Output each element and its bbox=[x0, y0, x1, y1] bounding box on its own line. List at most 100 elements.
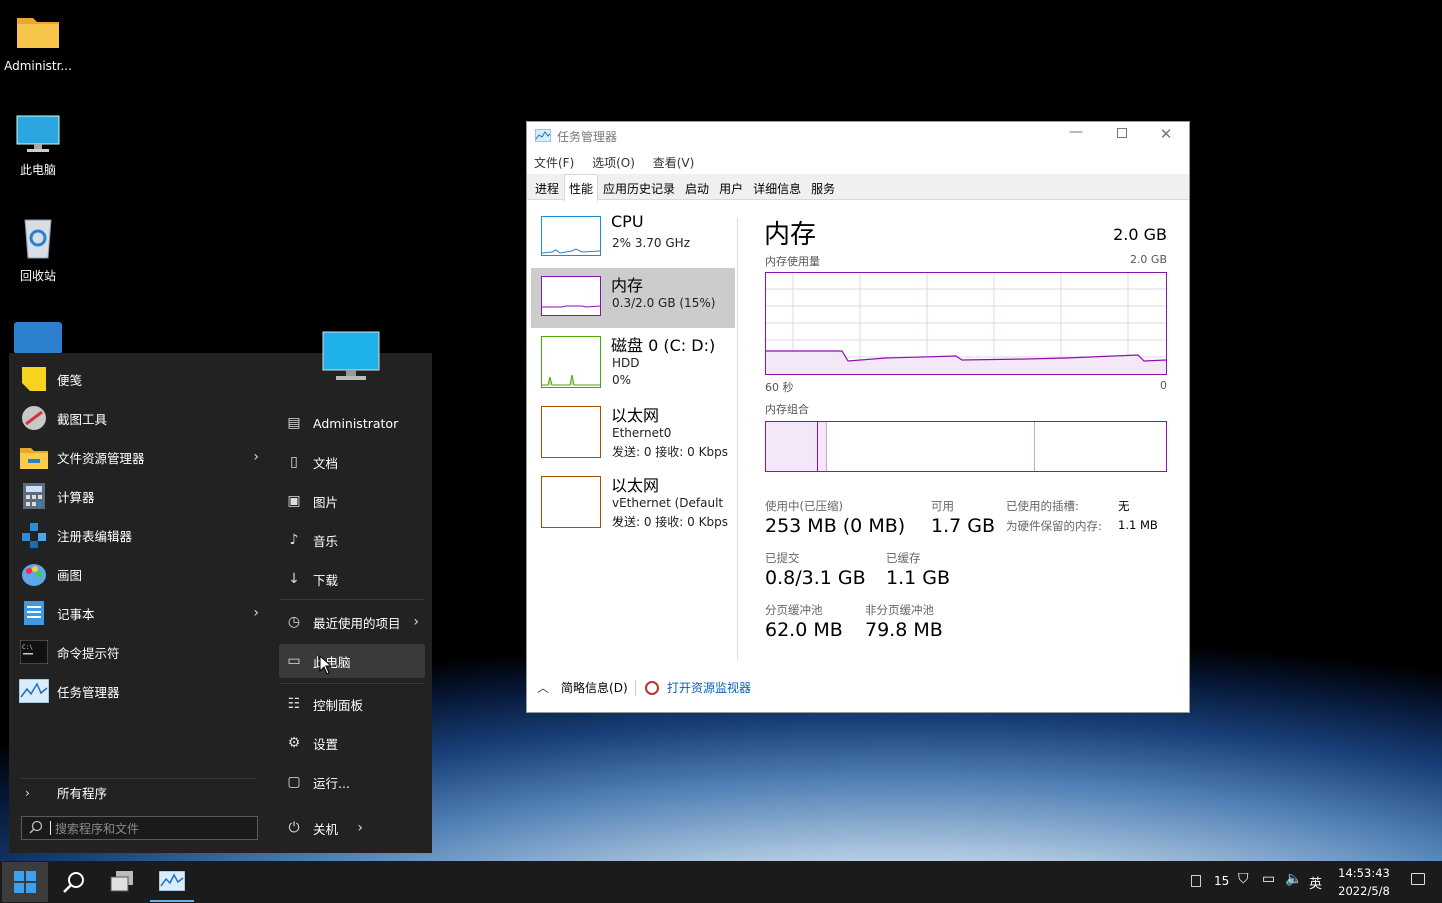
title-bar[interactable]: 任务管理器 — ✕ bbox=[527, 122, 1189, 150]
tab-users[interactable]: 用户 bbox=[714, 174, 748, 202]
tab-performance[interactable]: 性能 bbox=[564, 174, 599, 202]
place-documents[interactable]: ▯ 文档 bbox=[279, 445, 425, 479]
all-programs-button[interactable]: › 所有程序 bbox=[21, 781, 261, 803]
place-recent[interactable]: ◷ 最近使用的项目 › bbox=[279, 605, 425, 639]
place-this-pc[interactable]: ▭ 此电脑 bbox=[279, 644, 425, 678]
tab-services[interactable]: 服务 bbox=[806, 174, 840, 202]
start-app-item[interactable]: 记事本 › bbox=[19, 595, 259, 631]
maximize-icon bbox=[1117, 128, 1127, 138]
place-label: 运行... bbox=[313, 775, 350, 791]
slots-value: 无 bbox=[1118, 499, 1130, 513]
start-app-item[interactable]: 计算器 bbox=[19, 478, 259, 514]
notification-icon[interactable] bbox=[1411, 873, 1425, 885]
place-pictures[interactable]: ▣ 图片 bbox=[279, 484, 425, 518]
memory-usage-graph bbox=[765, 272, 1167, 375]
chevron-right-icon[interactable]: › bbox=[253, 605, 259, 621]
ime-indicator[interactable]: 英 bbox=[1309, 873, 1322, 892]
cpu-thumbnail bbox=[541, 216, 601, 256]
taskbar: 15 ⛉ ▭ 🔈 英 14:53:43 2022/5/8 bbox=[0, 861, 1442, 903]
open-resource-monitor-link[interactable]: 打开资源监视器 bbox=[645, 679, 751, 696]
tab-startup[interactable]: 启动 bbox=[680, 174, 714, 202]
committed-value: 0.8/3.1 GB bbox=[765, 567, 866, 589]
start-app-item[interactable]: 画图 bbox=[19, 556, 259, 592]
perf-item-detail2: 发送: 0 接收: 0 Kbps bbox=[612, 445, 728, 459]
task-view-button[interactable] bbox=[100, 862, 144, 902]
taskbar-task-manager[interactable] bbox=[150, 862, 194, 902]
desktop-icon-label: 回收站 bbox=[19, 269, 56, 283]
tab-app-history[interactable]: 应用历史记录 bbox=[598, 174, 680, 202]
start-app-item[interactable]: 便笺 bbox=[19, 361, 259, 397]
desktop-icon-this-pc[interactable]: 此电脑 bbox=[1, 114, 75, 178]
chevron-right-icon[interactable]: › bbox=[357, 820, 363, 836]
place-control-panel[interactable]: ☷ 控制面板 bbox=[279, 687, 425, 721]
desktop-icon-partial[interactable] bbox=[14, 322, 62, 354]
composition-modified bbox=[818, 422, 827, 471]
search-button[interactable] bbox=[52, 862, 96, 902]
place-downloads[interactable]: ↓ 下载 bbox=[279, 562, 425, 596]
place-administrator[interactable]: ▤ Administrator bbox=[279, 406, 425, 440]
menu-view[interactable]: 查看(V) bbox=[653, 156, 695, 170]
registry-editor-icon bbox=[19, 520, 49, 550]
computer-image-icon bbox=[322, 331, 380, 380]
calculator-icon bbox=[19, 481, 49, 511]
perf-item-cpu[interactable]: CPU 2% 3.70 GHz bbox=[531, 208, 735, 272]
perf-item-detail2: 0% bbox=[612, 373, 632, 387]
folder-icon bbox=[17, 18, 59, 48]
paint-icon bbox=[19, 559, 49, 589]
start-app-item[interactable]: 任务管理器 bbox=[19, 673, 259, 709]
place-label: 音乐 bbox=[313, 533, 339, 549]
start-app-item[interactable]: 文件资源管理器 › bbox=[19, 439, 259, 475]
shutdown-button[interactable]: ⏻ 关机 › bbox=[279, 811, 363, 845]
volume-icon[interactable]: 🔈 bbox=[1285, 871, 1302, 887]
tab-details[interactable]: 详细信息 bbox=[748, 174, 806, 202]
nonpaged-pool-label: 非分页缓冲池 bbox=[865, 603, 934, 617]
chevron-right-icon[interactable]: › bbox=[253, 449, 259, 465]
reserved-label: 为硬件保留的内存: bbox=[1006, 519, 1102, 533]
axis-right-label: 0 bbox=[1160, 379, 1167, 392]
tab-processes[interactable]: 进程 bbox=[530, 174, 564, 202]
windows-logo-icon bbox=[14, 871, 36, 893]
menu-file[interactable]: 文件(F) bbox=[534, 156, 574, 170]
place-settings[interactable]: ⚙ 设置 bbox=[279, 726, 425, 760]
tray-square-icon[interactable] bbox=[1191, 875, 1201, 887]
memory-composition-bar bbox=[765, 421, 1167, 472]
axis-left-label: 60 秒 bbox=[765, 381, 794, 394]
in-use-value: 253 MB (0 MB) bbox=[765, 515, 906, 537]
perf-item-detail: 2% 3.70 GHz bbox=[612, 236, 691, 250]
minimize-button[interactable]: — bbox=[1061, 124, 1091, 140]
security-icon[interactable]: ⛉ bbox=[1238, 871, 1249, 887]
clock[interactable]: 14:53:43 2022/5/8 bbox=[1334, 864, 1394, 900]
paged-pool-value: 62.0 MB bbox=[765, 619, 843, 641]
fewer-details-button[interactable]: ︿ 简略信息(D) bbox=[537, 679, 628, 696]
place-label: 文档 bbox=[313, 455, 339, 471]
tray-number[interactable]: 15 bbox=[1214, 874, 1229, 888]
close-button[interactable]: ✕ bbox=[1151, 125, 1181, 143]
perf-item-memory[interactable]: 内存 0.3/2.0 GB (15%) bbox=[531, 268, 735, 328]
maximize-button[interactable] bbox=[1107, 127, 1137, 141]
perf-item-vethernet[interactable]: 以太网 vEthernet (Default ... 发送: 0 接收: 0 K… bbox=[531, 468, 735, 538]
memory-thumbnail bbox=[541, 276, 601, 316]
user-folder-icon: ▤ bbox=[287, 415, 301, 431]
chevron-right-icon: › bbox=[25, 784, 30, 800]
start-app-item[interactable]: C:\ 命令提示符 bbox=[19, 634, 259, 670]
desktop-icon-label: Administr... bbox=[4, 59, 72, 73]
computer-icon: ▭ bbox=[287, 653, 301, 669]
desktop-icon-recycle-bin[interactable]: 回收站 bbox=[1, 216, 75, 284]
committed-label: 已提交 bbox=[765, 551, 800, 565]
start-button[interactable] bbox=[2, 862, 48, 902]
start-app-item[interactable]: 注册表编辑器 bbox=[19, 517, 259, 553]
desktop-icon-administrator[interactable]: Administr... bbox=[1, 12, 75, 73]
control-panel-icon: ☷ bbox=[287, 696, 301, 712]
place-music[interactable]: ♪ 音乐 bbox=[279, 523, 425, 557]
search-placeholder: 搜索程序和文件 bbox=[55, 821, 140, 836]
perf-item-ethernet[interactable]: 以太网 Ethernet0 发送: 0 接收: 0 Kbps bbox=[531, 398, 735, 468]
menu-bar: 文件(F) 选项(O) 查看(V) bbox=[534, 154, 708, 171]
search-box[interactable]: 搜索程序和文件 bbox=[21, 816, 258, 840]
menu-options[interactable]: 选项(O) bbox=[592, 156, 635, 170]
perf-item-detail: Ethernet0 bbox=[612, 426, 672, 440]
start-app-item[interactable]: 截图工具 bbox=[19, 400, 259, 436]
start-app-label: 便笺 bbox=[57, 372, 83, 388]
network-icon[interactable]: ▭ bbox=[1262, 871, 1275, 887]
place-run[interactable]: ▢ 运行... bbox=[279, 765, 425, 799]
perf-item-disk[interactable]: 磁盘 0 (C: D:) HDD 0% bbox=[531, 328, 735, 398]
